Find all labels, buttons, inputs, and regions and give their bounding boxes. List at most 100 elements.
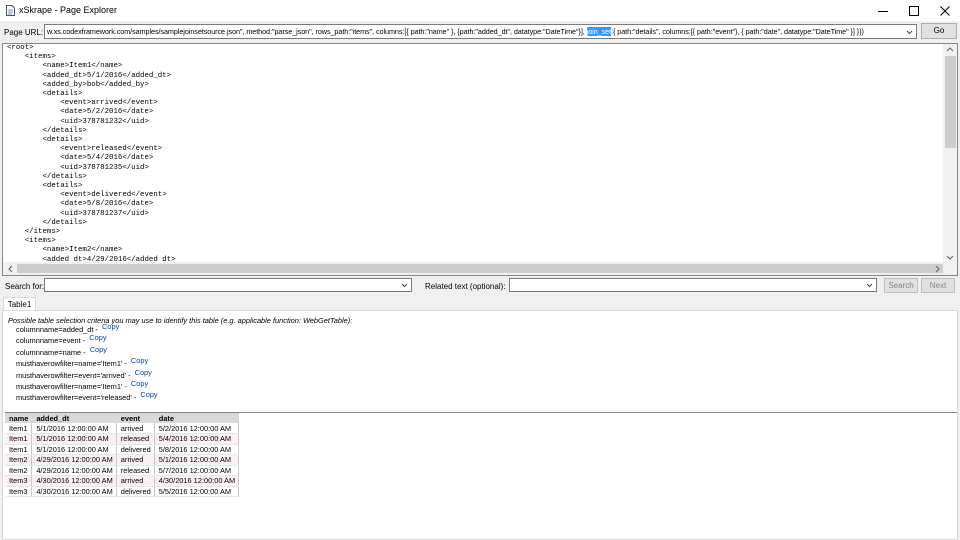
close-icon: [939, 5, 950, 16]
copy-link[interactable]: Copy: [131, 356, 148, 365]
table-cell: Item1: [5, 433, 33, 445]
table-row[interactable]: Item2 4/29/2016 12:00:00 AM arrived 5/1/201…: [5, 454, 240, 466]
table-cell: 5/2/2016 12:00:00 AM: [154, 423, 240, 434]
window-title: xSkrape - Page Explorer: [19, 5, 118, 15]
chevron-down-icon[interactable]: [865, 281, 874, 290]
xml-line: <uid>378781232</uid>: [7, 117, 149, 126]
url-value: w.xs.codexframework.com/samples/samplejo…: [47, 27, 905, 36]
table-cell: Item2: [5, 454, 33, 466]
xml-line: <uid>378781237</uid>: [7, 209, 149, 218]
table-cell: 5/8/2016 12:00:00 AM: [154, 444, 240, 455]
criteria-item: musthaverowfilter=event='released' - Cop…: [16, 390, 158, 404]
title-bar: xSkrape - Page Explorer: [0, 0, 960, 21]
table-cell: 5/4/2016 12:00:00 AM: [154, 433, 240, 445]
criteria-text: columnname=added_dt -: [16, 325, 101, 334]
table-cell: 4/30/2016 12:00:00 AM: [31, 486, 117, 497]
copy-link[interactable]: Copy: [131, 379, 148, 388]
xml-line: <uid>378781235</uid>: [7, 163, 149, 172]
scroll-left-icon[interactable]: [7, 265, 13, 273]
xml-line: <date>5/8/2016</date>: [7, 200, 154, 209]
table-cell: 5/7/2016 12:00:00 AM: [154, 465, 240, 476]
criteria-item: columnname=added_dt - Copy: [16, 322, 158, 336]
criteria-text: musthaverowfilter=event='arrived' -: [16, 370, 133, 380]
column-header-event[interactable]: event: [116, 413, 155, 423]
next-button[interactable]: Next: [921, 278, 955, 293]
tab-table1[interactable]: Table1: [3, 297, 36, 311]
results-table: name added_dt event date Item1 5/1/2016 12:0…: [5, 413, 240, 497]
table-cell: 5/1/2016 12:00:00 AM: [31, 433, 117, 445]
criteria-item: columnname=event - Copy: [16, 333, 158, 347]
xml-line: <event>arrived</event>: [7, 99, 158, 108]
criteria-text: musthaverowfilter=event='released' -: [16, 393, 139, 403]
table-cell: arrived: [116, 454, 155, 466]
table-cell: 5/1/2016 12:00:00 AM: [31, 423, 117, 434]
search-label: Search for:: [5, 282, 45, 291]
url-label: Page URL:: [4, 28, 44, 37]
url-value-selected: join_set: [586, 27, 612, 36]
xml-line: <event>delivered</event>: [7, 191, 167, 200]
selection-hint: Possible table selection criteria you ma…: [8, 316, 353, 325]
app-icon: [6, 5, 15, 16]
table-cell: 5/5/2016 12:00:00 AM: [154, 486, 240, 497]
minimize-button[interactable]: [867, 0, 898, 21]
related-text-input[interactable]: [509, 278, 877, 292]
table-row[interactable]: Item3 4/30/2016 12:00:00 AM delivered 5/5/2…: [5, 486, 240, 497]
url-input[interactable]: w.xs.codexframework.com/samples/samplejo…: [44, 24, 917, 39]
table-cell: Item1: [5, 444, 33, 455]
xml-line: </details>: [7, 172, 87, 181]
table-row[interactable]: Item1 5/1/2016 12:00:00 AM delivered 5/8/20…: [5, 444, 240, 455]
table-row[interactable]: Item2 4/29/2016 12:00:00 AM released 5/7/20…: [5, 465, 240, 476]
table-row[interactable]: Item1 5/1/2016 12:00:00 AM released 5/4/201…: [5, 433, 240, 445]
search-button[interactable]: Search: [884, 278, 918, 293]
xml-view[interactable]: <root> <items> <name>Item1</name> <added…: [2, 43, 958, 276]
criteria-text: musthaverowfilter=name='Item1' -: [16, 359, 129, 369]
xml-line: <name>Item1</name>: [7, 62, 123, 71]
xml-line: </items>: [7, 228, 61, 237]
table-cell: 4/30/2016 12:00:00 AM: [154, 475, 240, 487]
table-cell: 4/29/2016 12:00:00 AM: [31, 465, 117, 476]
horizontal-scroll-thumb[interactable]: [17, 264, 943, 273]
table-cell: 4/29/2016 12:00:00 AM: [31, 454, 117, 466]
column-header-added-dt[interactable]: added_dt: [31, 413, 117, 423]
vertical-scrollbar[interactable]: [943, 44, 957, 263]
results-grid[interactable]: name added_dt event date Item1 5/1/2016 12:0…: [5, 412, 957, 539]
chevron-down-icon[interactable]: [400, 281, 409, 290]
xml-line: <details>: [7, 182, 83, 191]
copy-link[interactable]: Copy: [90, 345, 107, 354]
table-cell: delivered: [116, 444, 155, 455]
go-button[interactable]: Go: [921, 23, 957, 39]
related-text-label: Related text (optional):: [425, 282, 506, 291]
search-input[interactable]: [44, 278, 412, 292]
scroll-up-icon[interactable]: [946, 46, 954, 52]
copy-link[interactable]: Copy: [102, 322, 119, 331]
table-cell: arrived: [116, 423, 155, 434]
xml-content: <root> <items> <name>Item1</name> <added…: [7, 44, 176, 265]
url-bar: Page URL: w.xs.codexframework.com/sample…: [0, 21, 960, 43]
vertical-scroll-thumb[interactable]: [945, 56, 956, 148]
maximize-button[interactable]: [898, 0, 929, 21]
xml-line: <date>5/4/2016</date>: [7, 154, 154, 163]
copy-link[interactable]: Copy: [89, 333, 106, 342]
column-header-date[interactable]: date: [154, 413, 240, 423]
table-cell: released: [116, 433, 155, 445]
scroll-down-icon[interactable]: [946, 255, 954, 261]
close-button[interactable]: [929, 0, 960, 21]
chevron-down-icon[interactable]: [905, 27, 914, 37]
table-row[interactable]: Item1 5/1/2016 12:00:00 AM arrived 5/2/2016…: [5, 423, 240, 434]
copy-link[interactable]: Copy: [135, 368, 152, 377]
xml-line: <date>5/2/2016</date>: [7, 108, 154, 117]
table-row[interactable]: Item3 4/30/2016 12:00:00 AM arrived 4/30/20…: [5, 475, 240, 487]
table-cell: 5/1/2016 12:00:00 AM: [31, 444, 117, 455]
horizontal-scrollbar[interactable]: [3, 262, 957, 275]
scroll-right-icon[interactable]: [935, 265, 941, 273]
xml-line: <items>: [7, 53, 56, 62]
table-cell: released: [116, 465, 155, 476]
xml-line: <details>: [7, 90, 83, 99]
xml-line: </details>: [7, 218, 87, 227]
column-header-name[interactable]: name: [5, 413, 33, 423]
search-bar: Search for: Related text (optional): Sea…: [0, 277, 960, 295]
table-cell: 4/30/2016 12:00:00 AM: [31, 475, 117, 487]
xml-line: <name>Item2</name>: [7, 246, 123, 255]
table-cell: Item3: [5, 486, 33, 497]
copy-link[interactable]: Copy: [140, 390, 157, 399]
